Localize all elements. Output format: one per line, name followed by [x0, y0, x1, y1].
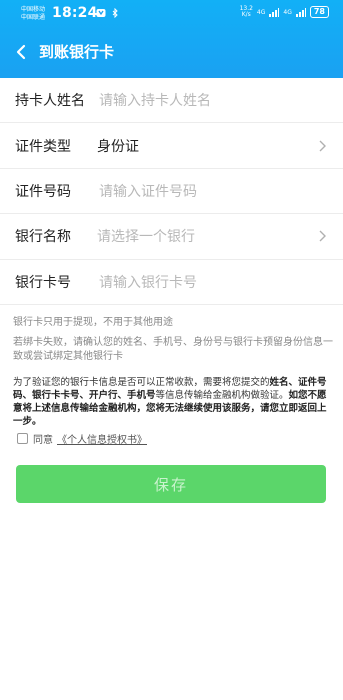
- status-icons: [96, 8, 120, 18]
- bank-card-form: 持卡人姓名 请输入持卡人姓名 证件类型 身份证 证件号码 请输入证件号码 银行名…: [0, 78, 343, 305]
- form-row-card-number[interactable]: 银行卡号 请输入银行卡号: [0, 260, 343, 305]
- privacy-notice: 为了验证您的银行卡信息是否可以正常收款，需要将您提交的姓名、证件号码、银行卡卡号…: [13, 377, 327, 427]
- form-row-bank-name[interactable]: 银行名称 请选择一个银行: [0, 214, 343, 260]
- agreement-prefix: 同意: [33, 435, 53, 446]
- card-number-label: 银行卡号: [15, 274, 71, 291]
- battery-indicator: 78: [309, 6, 329, 18]
- carrier-2: 中国联通: [21, 14, 46, 21]
- signal-2: 4G: [283, 8, 292, 16]
- carrier-1: 中国移动: [21, 6, 46, 13]
- id-number-input[interactable]: 请输入证件号码: [99, 181, 197, 201]
- form-row-id-number[interactable]: 证件号码 请输入证件号码: [0, 169, 343, 215]
- cardholder-name-input[interactable]: 请输入持卡人姓名: [99, 90, 211, 110]
- status-time: 18:24: [52, 5, 98, 21]
- nav-bar: 到账银行卡: [0, 28, 343, 76]
- back-button[interactable]: [12, 42, 30, 62]
- chevron-right-icon: [319, 140, 326, 152]
- id-number-label: 证件号码: [15, 183, 71, 200]
- signal-1: 4G: [256, 8, 266, 16]
- signal-bars-icon: [269, 7, 280, 17]
- agreement-row: 同意 《个人信息授权书》: [17, 431, 147, 446]
- agreement-link[interactable]: 《个人信息授权书》: [57, 431, 147, 446]
- id-type-label: 证件类型: [15, 138, 71, 155]
- form-row-id-type[interactable]: 证件类型 身份证: [0, 123, 343, 169]
- bank-name-label: 银行名称: [15, 229, 71, 246]
- notification-icon: [96, 9, 106, 17]
- signal-bars-2-icon: [295, 7, 306, 17]
- chevron-left-icon: [16, 44, 26, 60]
- status-right: 13.2 K/s 4G 4G 78: [240, 6, 329, 18]
- agreement-checkbox[interactable]: [17, 433, 28, 444]
- chevron-right-icon: [319, 230, 326, 242]
- id-type-select[interactable]: 身份证: [97, 136, 139, 156]
- card-number-input[interactable]: 请输入银行卡号: [99, 272, 197, 292]
- bluetooth-icon: [112, 8, 118, 18]
- network-speed: 13.2 K/s: [239, 5, 253, 18]
- app-header: 中国移动 中国联通 18:24 13.2 K/s 4G 4G 78 到账银行卡: [0, 0, 343, 78]
- form-row-cardholder-name[interactable]: 持卡人姓名 请输入持卡人姓名: [0, 78, 343, 124]
- cardholder-name-label: 持卡人姓名: [15, 93, 85, 110]
- save-button[interactable]: 保存: [16, 465, 326, 503]
- page-title: 到账银行卡: [39, 43, 115, 61]
- bind-fail-tip: 若绑卡失败，请确认您的姓名、手机号、身份号与银行卡预留身份信息一致或尝试绑定其他…: [13, 337, 333, 362]
- carrier-info: 中国移动 中国联通: [21, 6, 45, 22]
- status-bar: 中国移动 中国联通 18:24 13.2 K/s 4G 4G 78: [0, 0, 343, 28]
- usage-tip: 银行卡只用于提现，不用于其他用途: [13, 317, 173, 328]
- bank-name-select[interactable]: 请选择一个银行: [97, 226, 195, 246]
